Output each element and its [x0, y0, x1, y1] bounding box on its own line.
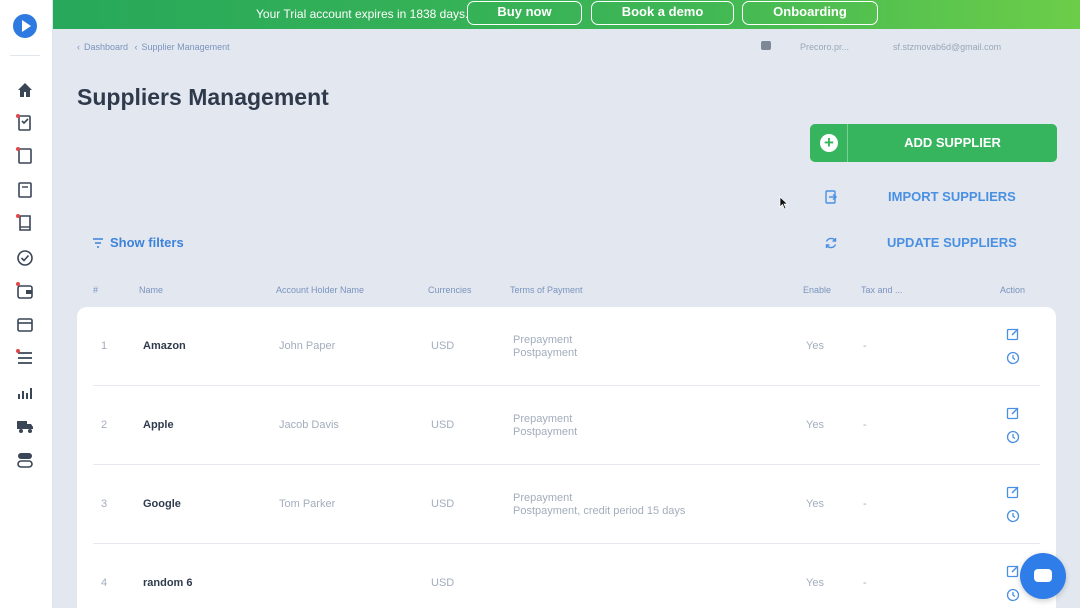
approval-list-icon[interactable]: [15, 113, 35, 133]
row-number: 4: [101, 577, 108, 589]
enable-value: Yes: [806, 498, 824, 510]
row-number: 3: [101, 498, 108, 510]
check-circle-icon[interactable]: [15, 248, 35, 268]
edit-icon[interactable]: [1006, 564, 1020, 578]
edit-icon[interactable]: [1006, 327, 1020, 341]
column-header-action: Action: [1000, 285, 1026, 295]
home-icon[interactable]: [15, 80, 35, 100]
wallet-icon[interactable]: [15, 281, 35, 301]
update-suppliers-button[interactable]: UPDATE SUPPLIERS: [887, 235, 1017, 250]
currency: USD: [431, 419, 455, 431]
history-icon[interactable]: [1006, 509, 1020, 523]
breadcrumb-dashboard[interactable]: Dashboard: [84, 42, 128, 52]
tax-value: -: [863, 419, 867, 431]
import-icon[interactable]: [824, 190, 838, 204]
table-row[interactable]: 4 random 6 USD Yes -: [93, 544, 1040, 608]
payment-terms: Prepayment Postpayment: [513, 334, 577, 360]
payment-terms: Prepayment Postpayment, credit period 15 …: [513, 492, 685, 518]
payment-term-2: Postpayment, credit period 15 days: [513, 505, 686, 517]
currency: USD: [431, 340, 455, 352]
plus-circle-icon: +: [810, 124, 848, 162]
delivery-truck-icon[interactable]: [15, 416, 35, 436]
analytics-icon[interactable]: [15, 383, 35, 403]
invoice-icon[interactable]: [15, 180, 35, 200]
book-demo-button[interactable]: Book a demo: [591, 1, 734, 25]
filter-icon: [92, 236, 104, 251]
chevron-left-icon: ‹: [134, 42, 138, 52]
page-title: Suppliers Management: [77, 84, 329, 110]
import-suppliers-button[interactable]: IMPORT SUPPLIERS: [888, 189, 1016, 204]
edit-icon[interactable]: [1006, 485, 1020, 499]
breadcrumb: ‹ Dashboard ‹ Supplier Management: [77, 42, 234, 52]
message-icon[interactable]: [761, 41, 771, 50]
trial-message: Your Trial account expires in 1838 days.: [256, 7, 469, 21]
history-icon[interactable]: [1006, 430, 1020, 444]
user-email[interactable]: sf.stzmovab6d@gmail.com: [893, 42, 1001, 52]
sidebar-divider: [10, 55, 40, 56]
breadcrumb-current[interactable]: Supplier Management: [142, 42, 230, 52]
column-header-terms[interactable]: Terms of Payment: [510, 285, 583, 295]
account-holder: Jacob Davis: [279, 419, 339, 431]
chat-icon: [1034, 569, 1052, 582]
payment-term-2: Postpayment: [513, 426, 578, 438]
column-header-name[interactable]: Name: [139, 285, 163, 295]
payment-term-1: Prepayment: [513, 413, 573, 425]
edit-icon[interactable]: [1006, 406, 1020, 420]
receipt-icon[interactable]: [15, 213, 35, 233]
company-name[interactable]: Precoro.pr...: [800, 42, 849, 52]
trial-banner: Your Trial account expires in 1838 days.…: [53, 0, 1080, 29]
sidebar: [0, 0, 53, 608]
payment-term-2: Postpayment: [513, 347, 578, 359]
tax-value: -: [863, 498, 867, 510]
currency: USD: [431, 498, 455, 510]
payment-terms: Prepayment Postpayment: [513, 413, 577, 439]
mouse-cursor-icon: [779, 196, 789, 215]
column-header-account-holder[interactable]: Account Holder Name: [276, 285, 364, 295]
enable-value: Yes: [806, 419, 824, 431]
currency: USD: [431, 577, 455, 589]
tax-value: -: [863, 340, 867, 352]
row-number: 2: [101, 419, 108, 431]
supplier-name[interactable]: Amazon: [143, 340, 186, 352]
history-icon[interactable]: [1006, 588, 1020, 602]
chevron-left-icon: ‹: [77, 42, 80, 52]
tax-value: -: [863, 577, 867, 589]
account-holder: John Paper: [279, 340, 336, 352]
add-supplier-label: ADD SUPPLIER: [904, 135, 1001, 150]
history-icon[interactable]: [1006, 351, 1020, 365]
enable-value: Yes: [806, 577, 824, 589]
supplier-name[interactable]: random 6: [143, 577, 193, 589]
table-row[interactable]: 1 Amazon John Paper USD Prepayment Postpa…: [93, 307, 1040, 386]
app-logo[interactable]: [13, 14, 37, 38]
payment-term-1: Prepayment: [513, 334, 573, 346]
row-number: 1: [101, 340, 108, 352]
refresh-icon[interactable]: [824, 236, 838, 250]
table-row[interactable]: 3 Google Tom Parker USD Prepayment Postpa…: [93, 465, 1040, 544]
card-icon[interactable]: [15, 315, 35, 335]
list-icon[interactable]: [15, 348, 35, 368]
add-supplier-button[interactable]: + ADD SUPPLIER: [810, 124, 1057, 162]
onboarding-button[interactable]: Onboarding: [742, 1, 878, 25]
account-holder: Tom Parker: [279, 498, 336, 510]
buy-now-button[interactable]: Buy now: [467, 1, 582, 25]
show-filters-label: Show filters: [110, 235, 184, 250]
column-header-currencies[interactable]: Currencies: [428, 285, 472, 295]
supplier-name[interactable]: Google: [143, 498, 181, 510]
column-header-num: #: [93, 285, 99, 295]
column-header-enable[interactable]: Enable: [803, 285, 831, 295]
show-filters-button[interactable]: Show filters: [92, 235, 184, 251]
column-header-tax[interactable]: Tax and ...: [861, 285, 903, 295]
supplier-name[interactable]: Apple: [143, 419, 174, 431]
enable-value: Yes: [806, 340, 824, 352]
document-icon[interactable]: [15, 146, 35, 166]
table-row[interactable]: 2 Apple Jacob Davis USD Prepayment Postpa…: [93, 386, 1040, 465]
chat-support-button[interactable]: [1020, 553, 1066, 599]
suppliers-table: 1 Amazon John Paper USD Prepayment Postpa…: [77, 307, 1056, 608]
payment-term-1: Prepayment: [513, 492, 573, 504]
settings-toggle-icon[interactable]: [15, 450, 35, 470]
